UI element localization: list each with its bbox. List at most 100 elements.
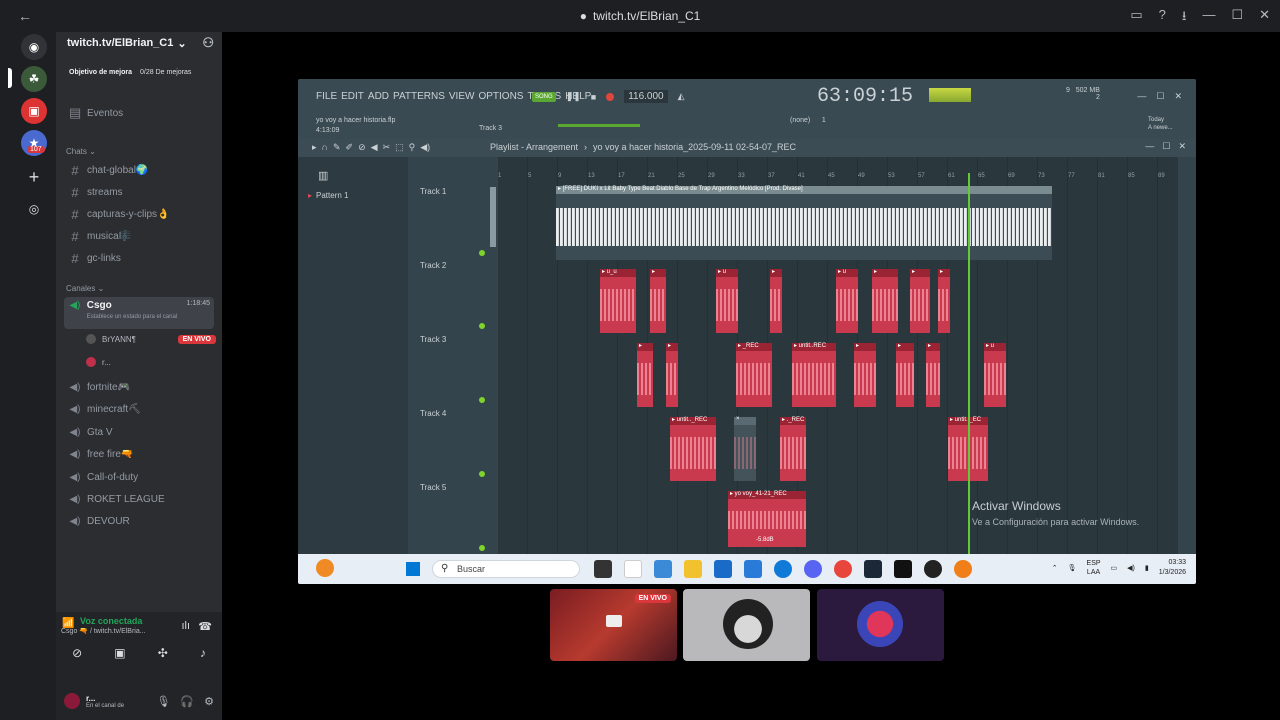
metronome-icon[interactable]: ◭ (678, 91, 685, 102)
voice-channel-call-of-duty[interactable]: ◀) Call-of-duty (64, 467, 214, 487)
minimize-icon[interactable]: — (1137, 91, 1146, 102)
pattern-selector[interactable]: (none) 1 (790, 117, 826, 124)
pencil-icon[interactable]: ✎ (333, 142, 341, 153)
events-item[interactable]: ▤ Eventos (64, 103, 214, 123)
audio-clip[interactable]: ▸ u_u (600, 269, 636, 333)
back-arrow-icon[interactable]: ← (18, 8, 32, 24)
audio-clip[interactable]: ▸ u (836, 269, 858, 333)
minimize-icon[interactable]: — (1202, 7, 1215, 29)
voice-channel-gta[interactable]: ◀) Gta V (64, 422, 214, 442)
participant-tile-stream[interactable]: EN VIVO (550, 589, 677, 661)
maximize-icon[interactable]: ☐ (1156, 91, 1164, 102)
audio-clip[interactable]: ▸ (910, 269, 930, 333)
voice-channel-minecraft[interactable]: ◀) minecraft⛏ (64, 399, 214, 419)
song-mode-button[interactable]: SONG (532, 91, 556, 102)
audio-clip[interactable]: ▸ (938, 269, 950, 333)
voice-connected-channel[interactable]: Csgo 🔫 / twitch.tv/ElBria... (61, 627, 146, 635)
menu-view[interactable]: VIEW (449, 91, 475, 102)
gear-icon[interactable]: ⚙ (204, 695, 214, 708)
server-icon[interactable]: ☘ (21, 66, 47, 92)
minimize-icon[interactable]: — (1145, 141, 1154, 152)
steam-icon[interactable] (864, 560, 882, 578)
category-chats[interactable]: Chats ⌄ (66, 147, 96, 156)
channel-musica[interactable]: # musica🎼 (64, 226, 214, 246)
audio-clip[interactable]: ▸ (650, 269, 666, 333)
boost-goal[interactable]: Objetivo de mejora 0/28 De mejoras (56, 69, 222, 76)
chrome-icon[interactable] (834, 560, 852, 578)
capcut-icon[interactable] (894, 560, 912, 578)
guild-header[interactable]: twitch.tv/ElBrian_C1 ⌄ ⚇ (56, 32, 222, 54)
explore-icon[interactable]: ◎ (21, 196, 47, 222)
inbox-icon[interactable]: ▭ (1130, 7, 1142, 29)
monitor-icon[interactable]: ▭ (1111, 564, 1118, 572)
track-enable-dot[interactable] (479, 397, 485, 403)
audio-clip[interactable]: ▸ ._REC (780, 417, 806, 481)
audio-clip[interactable]: ▸ u (716, 269, 738, 333)
stream-screen[interactable]: FILE EDIT ADD PATTERNS VIEW OPTIONS TOOL… (298, 79, 1196, 584)
audio-clip-muted[interactable]: × (734, 416, 756, 481)
media-player-icon[interactable] (924, 560, 942, 578)
zoom-icon[interactable]: ⚲ (409, 142, 416, 153)
track-enable-dot[interactable] (479, 545, 485, 551)
stop-icon[interactable]: ■ (591, 92, 596, 102)
track-name[interactable]: Track 4 (420, 409, 446, 418)
voice-user-bryann[interactable]: BrYANN¶ EN VIVO (86, 334, 216, 344)
news-panel[interactable]: Today A newe... (1148, 116, 1173, 132)
mute-icon[interactable]: ◀ (371, 142, 378, 153)
audio-clip[interactable]: ▸ u (984, 343, 1006, 407)
language-indicator[interactable]: ESP LAA (1087, 559, 1101, 577)
help-icon[interactable]: ? (1159, 7, 1166, 29)
audio-clip[interactable]: ▸ (637, 343, 653, 407)
maximize-icon[interactable]: ☐ (1162, 141, 1170, 152)
weather-icon[interactable] (316, 559, 334, 577)
microphone-icon[interactable]: 🎙 (1068, 564, 1077, 572)
slice-icon[interactable]: ✂ (383, 142, 391, 153)
maximize-icon[interactable]: ☐ (1231, 7, 1243, 29)
file-icon[interactable] (624, 560, 642, 578)
audio-clip[interactable]: ▸ (872, 269, 898, 333)
microphone-icon[interactable]: 🎙 (156, 695, 170, 708)
close-icon[interactable]: ✕ (1259, 7, 1270, 29)
track-name[interactable]: Track 3 (420, 335, 446, 344)
audio-clip[interactable]: ▸ yo voy_41-21_REC -5.8dB (728, 491, 806, 547)
discord-icon[interactable] (804, 560, 822, 578)
store-icon[interactable] (714, 560, 732, 578)
delete-icon[interactable]: ⊘ (358, 142, 366, 153)
track-name[interactable]: Track 5 (420, 483, 446, 492)
discord-home-icon[interactable]: ◉ (21, 34, 47, 60)
noise-suppression-icon[interactable]: ılı (181, 620, 190, 632)
playhead[interactable] (968, 173, 970, 554)
track-enable-dot[interactable] (479, 250, 485, 256)
pause-icon[interactable]: ❚❚ (566, 91, 581, 102)
audio-clip[interactable]: ▸ (896, 343, 914, 407)
audio-clip[interactable]: ▸ (926, 343, 940, 407)
add-server-icon[interactable]: + (21, 164, 47, 190)
menu-edit[interactable]: EDIT (341, 91, 364, 102)
category-canales[interactable]: Canales ⌄ (66, 284, 104, 293)
invite-people-icon[interactable]: ⚇ (202, 35, 214, 51)
voice-user-r[interactable]: r... (86, 357, 111, 367)
audio-clip[interactable]: ▸ (770, 269, 782, 333)
windows-start-icon[interactable] (406, 562, 420, 576)
menu-patterns[interactable]: PATTERNS (393, 91, 445, 102)
track-name[interactable]: Track 2 (420, 261, 446, 270)
audio-clip[interactable]: ▸ _REC (736, 343, 772, 407)
voice-channel-free-fire[interactable]: ◀) free fire🔫 (64, 444, 214, 464)
tempo-display[interactable]: 116.000 (624, 90, 668, 103)
track-name[interactable]: Track 1 (420, 187, 446, 196)
edge-icon[interactable] (774, 560, 792, 578)
voice-channel-fortnite[interactable]: ◀) fortnite🎮 (64, 377, 214, 397)
select-icon[interactable]: ⬚ (395, 142, 404, 153)
participant-tile-avatar[interactable] (683, 589, 810, 661)
voice-channel-roket-league[interactable]: ◀) ROKET LEAGUE (64, 489, 214, 509)
battery-icon[interactable]: ▮ (1145, 564, 1149, 572)
master-volume-slider[interactable] (558, 124, 640, 127)
close-icon[interactable]: ✕ (1174, 91, 1182, 102)
play-icon[interactable]: ▸ (312, 142, 317, 153)
bar-ruler[interactable]: 1 5 9 13 17 21 25 29 33 37 41 45 49 53 5… (498, 173, 1178, 185)
voice-channel-status[interactable]: Establece un estado para el canal (87, 314, 214, 320)
close-icon[interactable]: ✕ (1178, 141, 1186, 152)
pattern-item[interactable]: Pattern 1 (308, 191, 348, 200)
magnet-icon[interactable]: ∩ (322, 142, 328, 153)
vscode-icon[interactable] (744, 560, 762, 578)
